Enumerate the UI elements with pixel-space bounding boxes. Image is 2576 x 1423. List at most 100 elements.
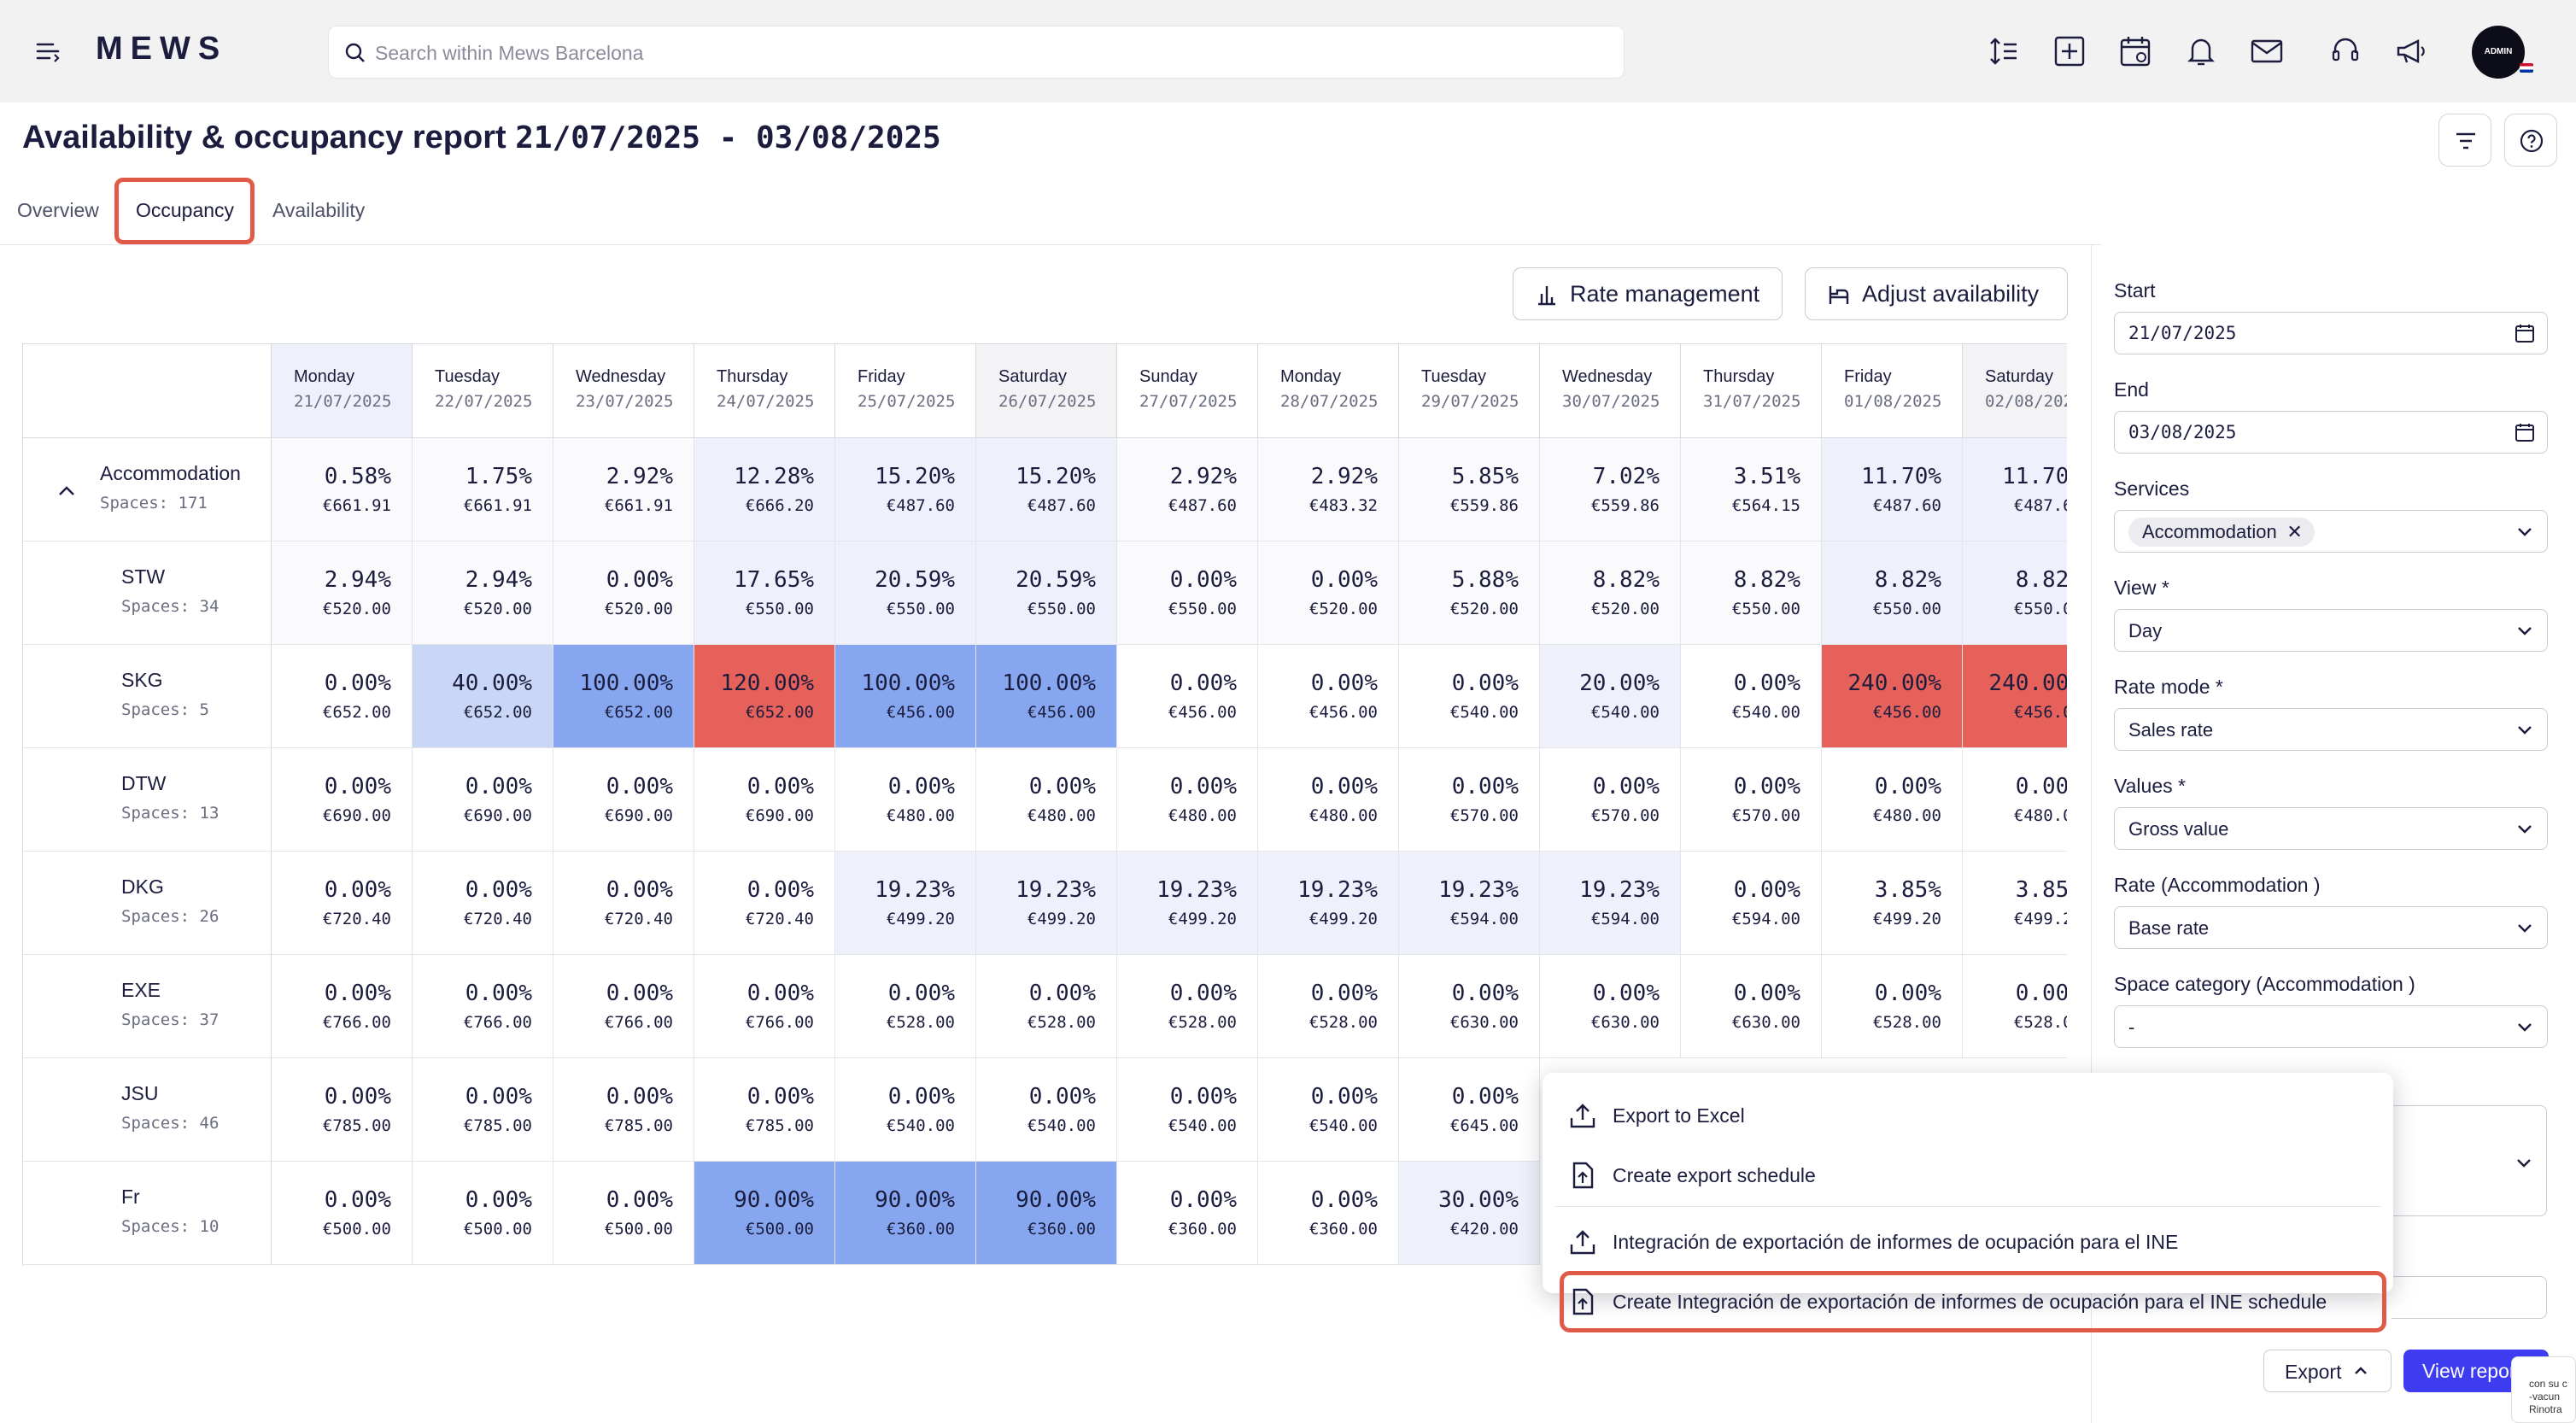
grid-cell[interactable]: 2.92% €483.32 — [1258, 438, 1399, 542]
grid-cell[interactable]: 2.92% €661.91 — [553, 438, 694, 542]
grid-cell[interactable]: 0.00% €528.00 — [835, 955, 976, 1058]
grid-cell[interactable]: 3.51% €564.15 — [1681, 438, 1822, 542]
grid-cell[interactable]: 0.00% €785.00 — [413, 1058, 553, 1162]
grid-cell[interactable]: 0.00% €540.00 — [976, 1058, 1117, 1162]
help-button[interactable] — [2504, 114, 2557, 167]
search-input[interactable]: Search within Mews Barcelona — [375, 42, 643, 65]
sort-lines-icon[interactable] — [1987, 34, 2021, 68]
export-button[interactable]: Export — [2263, 1350, 2392, 1392]
rate-mode-select[interactable]: Sales rate — [2114, 708, 2548, 751]
grid-cell[interactable]: 19.23% €499.20 — [1258, 852, 1399, 955]
grid-cell[interactable]: 2.94% €520.00 — [413, 542, 553, 645]
grid-cell[interactable]: 17.65% €550.00 — [694, 542, 835, 645]
support-icon[interactable] — [2328, 34, 2362, 68]
rate-management-button[interactable]: Rate management — [1513, 267, 1783, 320]
grid-cell[interactable]: 0.00% €528.00 — [1963, 955, 2067, 1058]
grid-cell[interactable]: 0.00% €360.00 — [1258, 1162, 1399, 1265]
grid-cell[interactable]: 0.00% €766.00 — [413, 955, 553, 1058]
grid-cell[interactable]: 0.00% €456.00 — [1117, 645, 1258, 748]
grid-cell[interactable]: 0.00% €528.00 — [1258, 955, 1399, 1058]
chevron-down-icon[interactable] — [2515, 719, 2535, 740]
grid-cell[interactable]: 30.00% €420.00 — [1399, 1162, 1540, 1265]
grid-cell[interactable]: 0.00% €480.00 — [1258, 748, 1399, 852]
grid-cell[interactable]: 0.00% €550.00 — [1117, 542, 1258, 645]
grid-cell[interactable]: 0.00% €766.00 — [694, 955, 835, 1058]
calendar-icon[interactable] — [2515, 422, 2535, 442]
grid-cell[interactable]: 0.00% €766.00 — [553, 955, 694, 1058]
grid-cell[interactable]: 20.59% €550.00 — [976, 542, 1117, 645]
grid-cell[interactable]: 8.82% €520.00 — [1540, 542, 1681, 645]
grid-cell[interactable]: 0.00% €500.00 — [553, 1162, 694, 1265]
grid-cell[interactable]: 0.00% €480.00 — [835, 748, 976, 852]
grid-cell[interactable]: 8.82% €550.00 — [1963, 542, 2067, 645]
grid-cell[interactable]: 0.00% €570.00 — [1399, 748, 1540, 852]
grid-cell[interactable]: 0.00% €720.40 — [553, 852, 694, 955]
grid-cell[interactable]: 100.00% €456.00 — [976, 645, 1117, 748]
grid-cell[interactable]: 0.00% €690.00 — [413, 748, 553, 852]
grid-cell[interactable]: 0.00% €630.00 — [1399, 955, 1540, 1058]
chevron-down-icon[interactable] — [2515, 620, 2535, 641]
text-field[interactable] — [2392, 1276, 2547, 1319]
services-select[interactable]: Accommodation ✕ — [2114, 510, 2548, 553]
grid-cell[interactable]: 0.00% €500.00 — [272, 1162, 413, 1265]
mews-logo[interactable]: MEWS — [96, 31, 227, 67]
grid-cell[interactable]: 0.00% €785.00 — [694, 1058, 835, 1162]
grid-cell[interactable]: 11.70% €487.60 — [1822, 438, 1963, 542]
grid-cell[interactable]: 0.00% €785.00 — [272, 1058, 413, 1162]
grid-cell[interactable]: 120.00% €652.00 — [694, 645, 835, 748]
grid-cell[interactable]: 0.00% €720.40 — [413, 852, 553, 955]
grid-cell[interactable]: 0.00% €540.00 — [1681, 645, 1822, 748]
grid-cell[interactable]: 0.00% €540.00 — [835, 1058, 976, 1162]
view-select[interactable]: Day — [2114, 609, 2548, 652]
grid-cell[interactable]: 15.20% €487.60 — [835, 438, 976, 542]
grid-cell[interactable]: 0.00% €520.00 — [553, 542, 694, 645]
grid-cell[interactable]: 15.20% €487.60 — [976, 438, 1117, 542]
menu-item-export-excel[interactable]: Export to Excel — [1568, 1090, 1745, 1141]
grid-cell[interactable]: 5.88% €520.00 — [1399, 542, 1540, 645]
add-box-icon[interactable] — [2052, 34, 2087, 68]
grid-cell[interactable]: 0.00% €690.00 — [553, 748, 694, 852]
grid-cell[interactable]: 0.00% €528.00 — [976, 955, 1117, 1058]
menu-icon[interactable] — [34, 38, 61, 65]
start-date-field[interactable]: 21/07/2025 — [2114, 312, 2548, 354]
values-select[interactable]: Gross value — [2114, 807, 2548, 850]
grid-cell[interactable]: 0.00% €690.00 — [694, 748, 835, 852]
grid-cell[interactable]: 19.23% €499.20 — [835, 852, 976, 955]
grid-cell[interactable]: 0.00% €720.40 — [272, 852, 413, 955]
grid-cell[interactable]: 2.94% €520.00 — [272, 542, 413, 645]
grid-cell[interactable]: 3.85% €499.20 — [1963, 852, 2067, 955]
grid-cell[interactable]: 100.00% €652.00 — [553, 645, 694, 748]
row-header-group[interactable]: Accommodation Spaces: 171 — [23, 438, 272, 542]
calendar-icon[interactable] — [2118, 34, 2152, 68]
grid-cell[interactable]: 0.00% €456.00 — [1258, 645, 1399, 748]
grid-cell[interactable]: 0.00% €570.00 — [1681, 748, 1822, 852]
grid-cell[interactable]: 0.00% €540.00 — [1399, 645, 1540, 748]
cookie-popup[interactable]: con su c -vacun Rinotra — [2511, 1356, 2576, 1423]
grid-cell[interactable]: 0.00% €528.00 — [1117, 955, 1258, 1058]
grid-cell[interactable]: 19.23% €594.00 — [1399, 852, 1540, 955]
grid-cell[interactable]: 12.28% €666.20 — [694, 438, 835, 542]
grid-cell[interactable]: 0.00% €360.00 — [1117, 1162, 1258, 1265]
chevron-up-icon[interactable] — [57, 485, 76, 497]
multi-select-field[interactable]: rm ✕ — [2369, 1105, 2547, 1216]
grid-cell[interactable]: 0.00% €540.00 — [1258, 1058, 1399, 1162]
grid-cell[interactable]: 0.00% €785.00 — [553, 1058, 694, 1162]
tab-availability[interactable]: Availability — [272, 199, 365, 222]
chevron-down-icon[interactable] — [2515, 818, 2535, 839]
megaphone-icon[interactable] — [2394, 34, 2428, 68]
grid-cell[interactable]: 0.00% €480.00 — [1117, 748, 1258, 852]
grid-cell[interactable]: 90.00% €360.00 — [835, 1162, 976, 1265]
grid-cell[interactable]: 2.92% €487.60 — [1117, 438, 1258, 542]
menu-item-ine-export[interactable]: Integración de exportación de informes d… — [1568, 1216, 2178, 1268]
grid-cell[interactable]: 0.00% €652.00 — [272, 645, 413, 748]
chevron-down-icon[interactable] — [2515, 521, 2535, 542]
grid-cell[interactable]: 0.00% €690.00 — [272, 748, 413, 852]
grid-cell[interactable]: 0.00% €645.00 — [1399, 1058, 1540, 1162]
grid-cell[interactable]: 7.02% €559.86 — [1540, 438, 1681, 542]
grid-cell[interactable]: 100.00% €456.00 — [835, 645, 976, 748]
grid-cell[interactable]: 90.00% €500.00 — [694, 1162, 835, 1265]
bell-icon[interactable] — [2184, 34, 2218, 68]
grid-cell[interactable]: 19.23% €594.00 — [1540, 852, 1681, 955]
grid-cell[interactable]: 3.85% €499.20 — [1822, 852, 1963, 955]
rate-select[interactable]: Base rate — [2114, 906, 2548, 949]
